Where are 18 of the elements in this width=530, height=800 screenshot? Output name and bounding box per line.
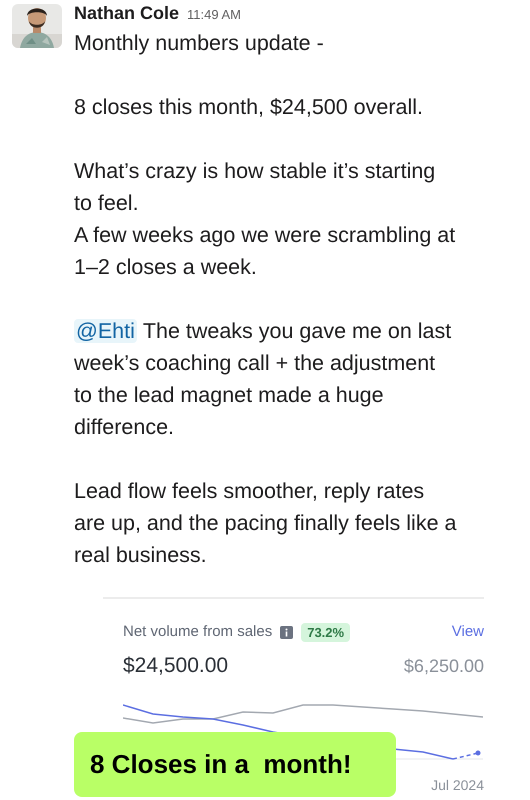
previous-value: $6,250.00 bbox=[404, 654, 484, 678]
message-text: @Ehti The tweaks you gave me on last week’s coaching call + the adjustment to the lead magnet made a huge difference. bbox=[74, 318, 452, 441]
message-text: What’s crazy is how stable it’s starting to feel. bbox=[74, 158, 436, 217]
info-icon[interactable] bbox=[280, 626, 294, 639]
net-volume-value: $24,500.00 bbox=[123, 652, 228, 678]
message-text: A few weeks ago we were scrambling at 1–2 closes a week. bbox=[74, 222, 456, 281]
view-link[interactable]: View bbox=[452, 621, 484, 644]
message-text: Monthly numbers update - bbox=[74, 30, 325, 57]
message-text: 8 closes this month, $24,500 overall. bbox=[74, 94, 424, 121]
axis-label: Jul 2024 bbox=[431, 776, 484, 795]
card-title: Net volume from sales bbox=[123, 622, 272, 642]
author-name[interactable]: Nathan Cole bbox=[74, 0, 180, 27]
projection-line bbox=[452, 750, 480, 760]
mention-link[interactable]: @Ehti bbox=[74, 319, 137, 343]
message-time: 11:49 AM bbox=[187, 6, 241, 24]
percent-badge: 73.2% bbox=[301, 622, 350, 642]
banner-text: 8 Closes in a month! bbox=[90, 748, 352, 781]
message-text: Lead flow feels smoother, reply rates are up, and the pacing finally feels like a real business. bbox=[74, 478, 458, 569]
